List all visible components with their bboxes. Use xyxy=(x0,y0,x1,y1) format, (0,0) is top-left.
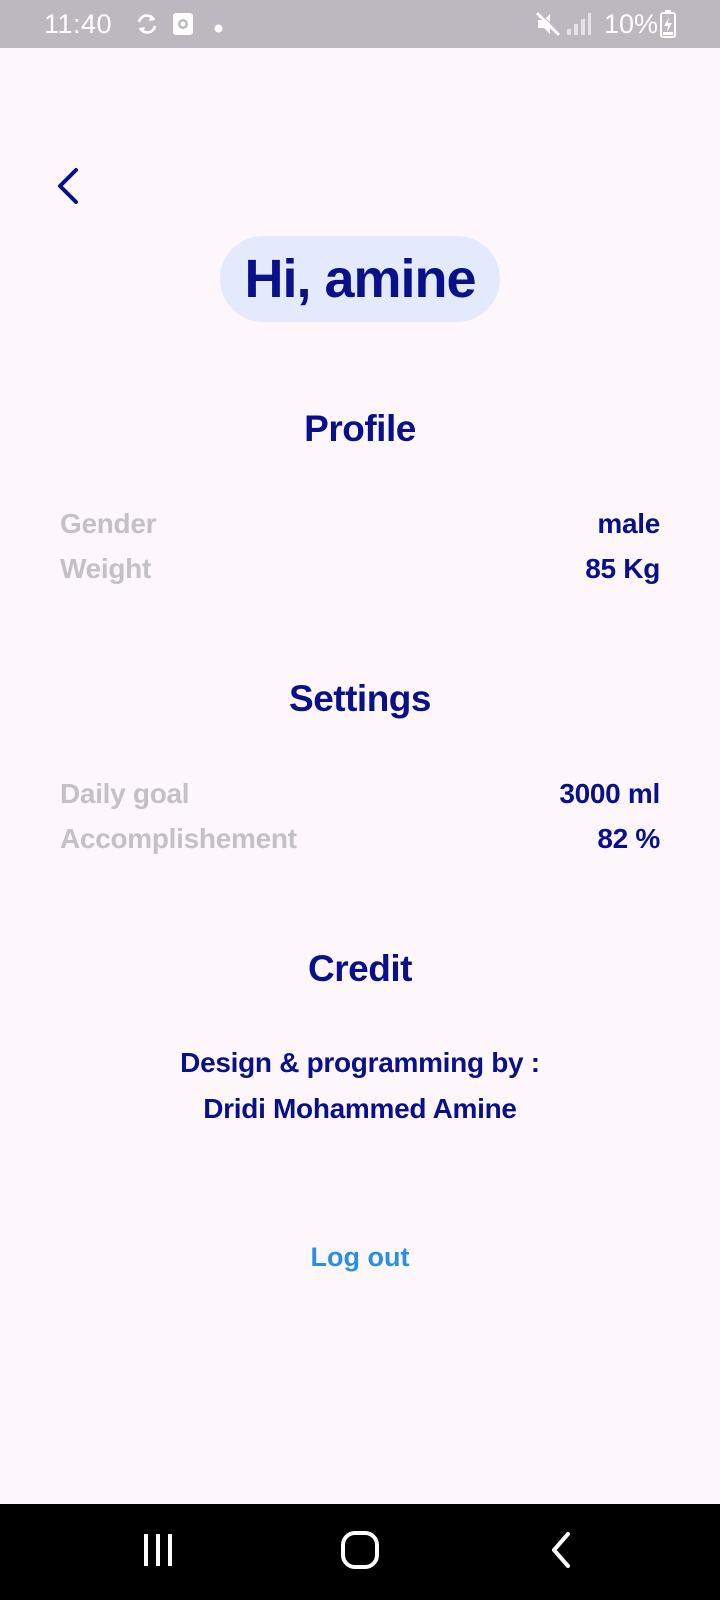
credit-author: Dridi Mohammed Amine xyxy=(203,1093,517,1124)
back-button[interactable] xyxy=(50,162,90,210)
screen-record-icon xyxy=(172,12,194,41)
back-icon xyxy=(544,1530,580,1575)
settings-title: Settings xyxy=(289,678,431,719)
recent-apps-button[interactable] xyxy=(118,1524,198,1580)
accomplishement-value: 82 % xyxy=(597,823,660,854)
status-time: 11:40 xyxy=(44,9,113,39)
navigation-bar xyxy=(0,1504,720,1600)
weight-label: Weight xyxy=(60,553,152,584)
accomplishement-label: Accomplishement xyxy=(60,823,297,854)
notification-dot-icon xyxy=(214,20,223,38)
gender-value: male xyxy=(597,508,660,539)
daily-goal-value: 3000 ml xyxy=(559,778,660,809)
mute-icon xyxy=(534,10,562,43)
credit-title: Credit xyxy=(308,948,412,989)
battery-percent: 10% xyxy=(604,9,659,39)
daily-goal-label: Daily goal xyxy=(60,778,190,809)
greeting-pill: Hi, amine xyxy=(220,236,500,322)
logout-button[interactable]: Log out xyxy=(260,1242,460,1273)
battery-charging-icon xyxy=(660,10,676,43)
status-bar: 11:40 10% xyxy=(0,0,720,48)
credit-line-1: Design & programming by : xyxy=(180,1047,540,1078)
sync-icon xyxy=(134,11,160,42)
chevron-left-icon xyxy=(50,168,90,214)
system-back-button[interactable] xyxy=(522,1524,602,1580)
home-button[interactable] xyxy=(320,1524,400,1580)
gender-label: Gender xyxy=(60,508,157,539)
profile-title: Profile xyxy=(304,408,416,449)
weight-value: 85 Kg xyxy=(585,553,660,584)
recent-apps-icon xyxy=(140,1532,176,1573)
signal-icon xyxy=(566,12,592,41)
greeting-text: Hi, amine xyxy=(244,249,476,309)
home-icon xyxy=(340,1530,380,1575)
